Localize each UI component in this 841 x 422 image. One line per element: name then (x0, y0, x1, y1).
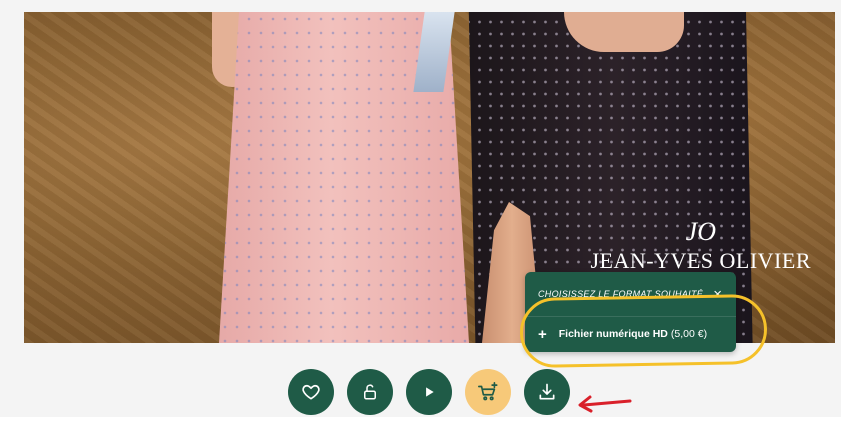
format-popup: CHOISISSEZ LE FORMAT SOUHAITÉ × + Fichie… (525, 272, 736, 352)
unlock-icon (364, 384, 376, 400)
add-to-cart-button[interactable] (465, 369, 511, 415)
format-option-price: (5,00 €) (670, 328, 708, 340)
download-button[interactable] (524, 369, 570, 415)
heart-icon (302, 384, 320, 400)
format-option-hd[interactable]: + Fichier numérique HD (5,00 €) (525, 317, 736, 351)
unlock-button[interactable] (347, 369, 393, 415)
favorite-button[interactable] (288, 369, 334, 415)
watermark-logo: JO (685, 217, 716, 246)
watermark-name: JEAN-YVES OLIVIER (590, 248, 811, 273)
photo-toolbar (0, 369, 841, 415)
hand (564, 12, 684, 52)
slideshow-button[interactable] (406, 369, 452, 415)
popup-header: CHOISISSEZ LE FORMAT SOUHAITÉ × (525, 272, 736, 316)
photographer-watermark: JO JEAN-YVES OLIVIER (590, 217, 811, 275)
popup-title: CHOISISSEZ LE FORMAT SOUHAITÉ (538, 289, 704, 299)
close-icon[interactable]: × (713, 287, 722, 302)
cart-plus-icon (478, 382, 498, 401)
play-icon (426, 387, 434, 397)
arrow-annotation (578, 395, 632, 413)
download-icon (539, 383, 555, 400)
page-bottom (0, 417, 841, 422)
plus-icon: + (538, 325, 547, 343)
format-option-label: Fichier numérique HD (558, 328, 668, 340)
